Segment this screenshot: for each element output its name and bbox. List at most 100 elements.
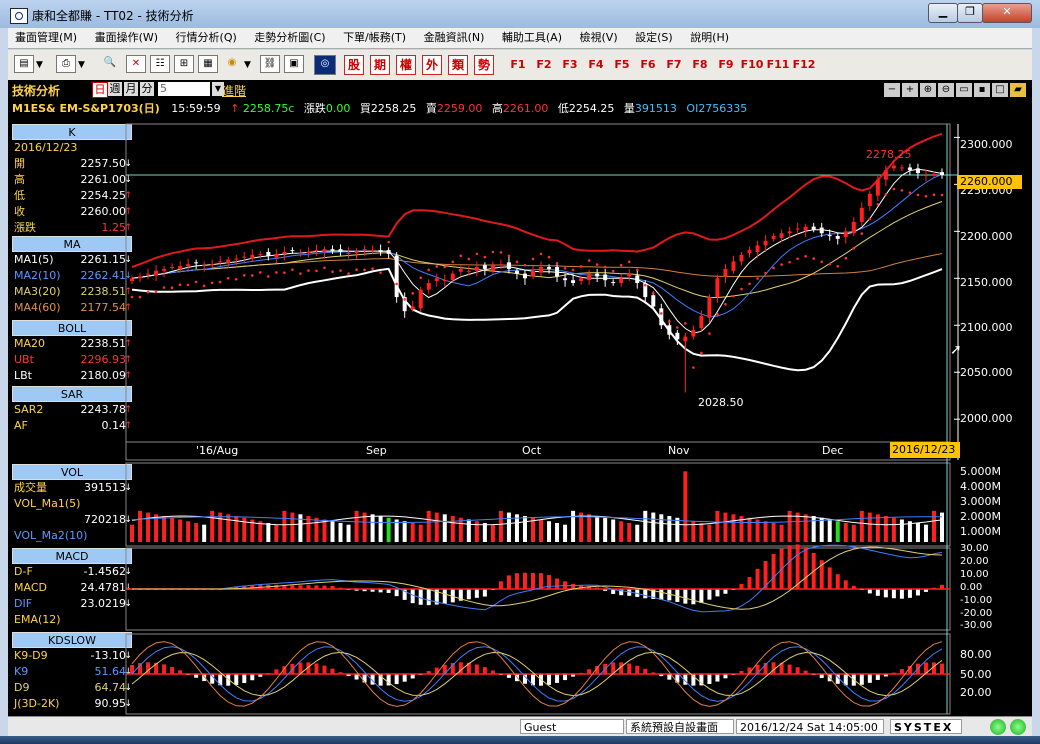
chart-tools: − + ⊕ ⊖ ▭ ▪ □ ▰ <box>884 82 1026 97</box>
screen-layout-icon[interactable]: ▤ <box>14 55 34 73</box>
folder-icon[interactable]: ▰ <box>1010 83 1026 97</box>
f5-button[interactable]: F5 <box>610 55 634 75</box>
f10-button[interactable]: F10 <box>740 55 764 75</box>
restore-button[interactable]: ❐ <box>957 3 983 23</box>
window-grid-icon[interactable]: ▦ <box>198 55 218 73</box>
macd-histogram-bar <box>418 589 423 605</box>
candle-body <box>290 250 295 252</box>
order-futures-button[interactable]: 期 <box>370 55 390 75</box>
macd-histogram-bar <box>875 589 880 596</box>
vol-tick-label: 3.000M <box>960 495 1001 508</box>
link-icon[interactable]: ⛓ <box>260 55 280 73</box>
macd-histogram-bar <box>715 589 720 597</box>
menu-financial-info[interactable]: 金融資訊(N) <box>417 28 492 48</box>
plus-icon[interactable]: + <box>902 83 918 97</box>
d9-row: D9 64.74 ↓ <box>12 680 132 696</box>
cursor-date-tag: 2016/12/23 <box>890 442 960 458</box>
period-minute-tab[interactable]: 分 <box>140 82 154 96</box>
close-button[interactable]: ✕ <box>982 3 1032 23</box>
volume-bar <box>498 510 503 542</box>
globe-icon[interactable]: ◉ <box>222 55 242 73</box>
menu-view[interactable]: 檢視(V) <box>573 28 625 48</box>
menu-quote-analysis[interactable]: 行情分析(Q) <box>169 28 244 48</box>
advanced-link[interactable]: 進階 <box>222 82 246 99</box>
globe-dropdown-icon[interactable]: ▼ <box>244 55 251 75</box>
period-month-tab[interactable]: 月 <box>124 82 138 96</box>
k-close-label: 收 <box>14 205 25 218</box>
period-value-input[interactable]: 5 <box>158 82 210 96</box>
f4-button[interactable]: F4 <box>584 55 608 75</box>
systex-logo-icon[interactable]: ◎ <box>314 55 336 75</box>
search-icon[interactable]: 🔍 <box>100 55 120 73</box>
f11-button[interactable]: F11 <box>766 55 790 75</box>
k-change-value: 1.25 <box>101 221 127 234</box>
print-icon[interactable]: ⎙ <box>56 55 76 73</box>
last-price: 2258.75c <box>242 102 295 115</box>
boll-upper-row: UBt 2296.93 ↑ <box>12 352 132 368</box>
f6-button[interactable]: F6 <box>636 55 660 75</box>
sar-dot <box>451 260 455 264</box>
screen-layout-dropdown-icon[interactable]: ▼ <box>36 55 43 75</box>
menu-order-account[interactable]: 下單/帳務(T) <box>336 28 413 48</box>
kd-histogram-bar <box>547 674 552 685</box>
f2-button[interactable]: F2 <box>532 55 556 75</box>
f7-button[interactable]: F7 <box>662 55 686 75</box>
ma10-value: 2262.41 <box>80 269 127 282</box>
macd-histogram-bar <box>378 589 383 593</box>
order-trend-button[interactable]: 勢 <box>474 55 494 75</box>
volume-bar <box>514 514 519 542</box>
minus-icon[interactable]: − <box>884 83 900 97</box>
k-high-arrow: ↓ <box>124 175 132 185</box>
volume-bar <box>803 514 808 542</box>
f8-button[interactable]: F8 <box>688 55 712 75</box>
order-options-button[interactable]: 權 <box>396 55 416 75</box>
boll-upper-value: 2296.93 <box>80 353 127 366</box>
minimize-button[interactable]: ▁ <box>928 3 958 23</box>
sar-dot <box>499 251 503 254</box>
order-foreign-button[interactable]: 外 <box>422 55 442 75</box>
period-week-tab[interactable]: 週 <box>108 82 122 96</box>
sar-dot <box>427 268 431 272</box>
window-icon[interactable]: □ <box>992 83 1008 97</box>
menu-trend-chart[interactable]: 走勢分析圖(C) <box>247 28 332 48</box>
zoom-in-icon[interactable]: ⊕ <box>920 83 936 97</box>
macd-histogram-bar <box>338 587 343 589</box>
zoom-out-icon[interactable]: ⊖ <box>938 83 954 97</box>
k-close-arrow: ↑ <box>124 207 132 217</box>
sar-dot <box>371 267 374 271</box>
f12-button[interactable]: F12 <box>792 55 816 75</box>
f1-button[interactable]: F1 <box>506 55 530 75</box>
sar-dot <box>732 294 735 298</box>
kd-histogram-bar <box>138 663 143 674</box>
comment-icon[interactable]: ▭ <box>956 83 972 97</box>
menu-screen-manage[interactable]: 畫面管理(M) <box>8 28 84 48</box>
period-day-tab[interactable]: 日 <box>92 82 108 98</box>
macd-histogram-bar <box>899 589 904 599</box>
status-screen: 系統預設自設畫面 <box>626 719 734 734</box>
menu-settings[interactable]: 設定(S) <box>628 28 680 48</box>
menu-tools[interactable]: 輔助工具(A) <box>495 28 569 48</box>
macd-histogram-bar <box>915 589 920 596</box>
kd-histogram-bar <box>290 663 295 674</box>
window-tile-icon[interactable]: ☷ <box>150 55 170 73</box>
print-dropdown-icon[interactable]: ▼ <box>78 55 85 75</box>
order-stock-button[interactable]: 股 <box>344 55 364 75</box>
kd-histogram-bar <box>394 674 399 685</box>
menu-screen-operate[interactable]: 畫面操作(W) <box>88 28 165 48</box>
macd-histogram-bar <box>555 578 560 589</box>
menu-help[interactable]: 說明(H) <box>683 28 736 48</box>
window-split-icon[interactable]: ⊞ <box>174 55 194 73</box>
sar-dot <box>796 257 799 261</box>
kd-histogram-bar <box>779 662 784 674</box>
close-window-icon[interactable]: ✕ <box>126 55 146 73</box>
f3-button[interactable]: F3 <box>558 55 582 75</box>
volume-bar <box>226 514 231 542</box>
k-high-value: 2261.00 <box>80 173 127 186</box>
f9-button[interactable]: F9 <box>714 55 738 75</box>
chart-area: K 2016/12/23 開 2257.50 ↓ 高 2261.00 ↓ 低 2254.2… <box>8 116 1032 716</box>
macd-histogram-bar <box>659 589 664 600</box>
order-category-button[interactable]: 類 <box>448 55 468 75</box>
chart-window-icon[interactable]: ▣ <box>284 55 304 73</box>
sar-dot <box>483 255 487 259</box>
save-icon[interactable]: ▪ <box>974 83 990 97</box>
